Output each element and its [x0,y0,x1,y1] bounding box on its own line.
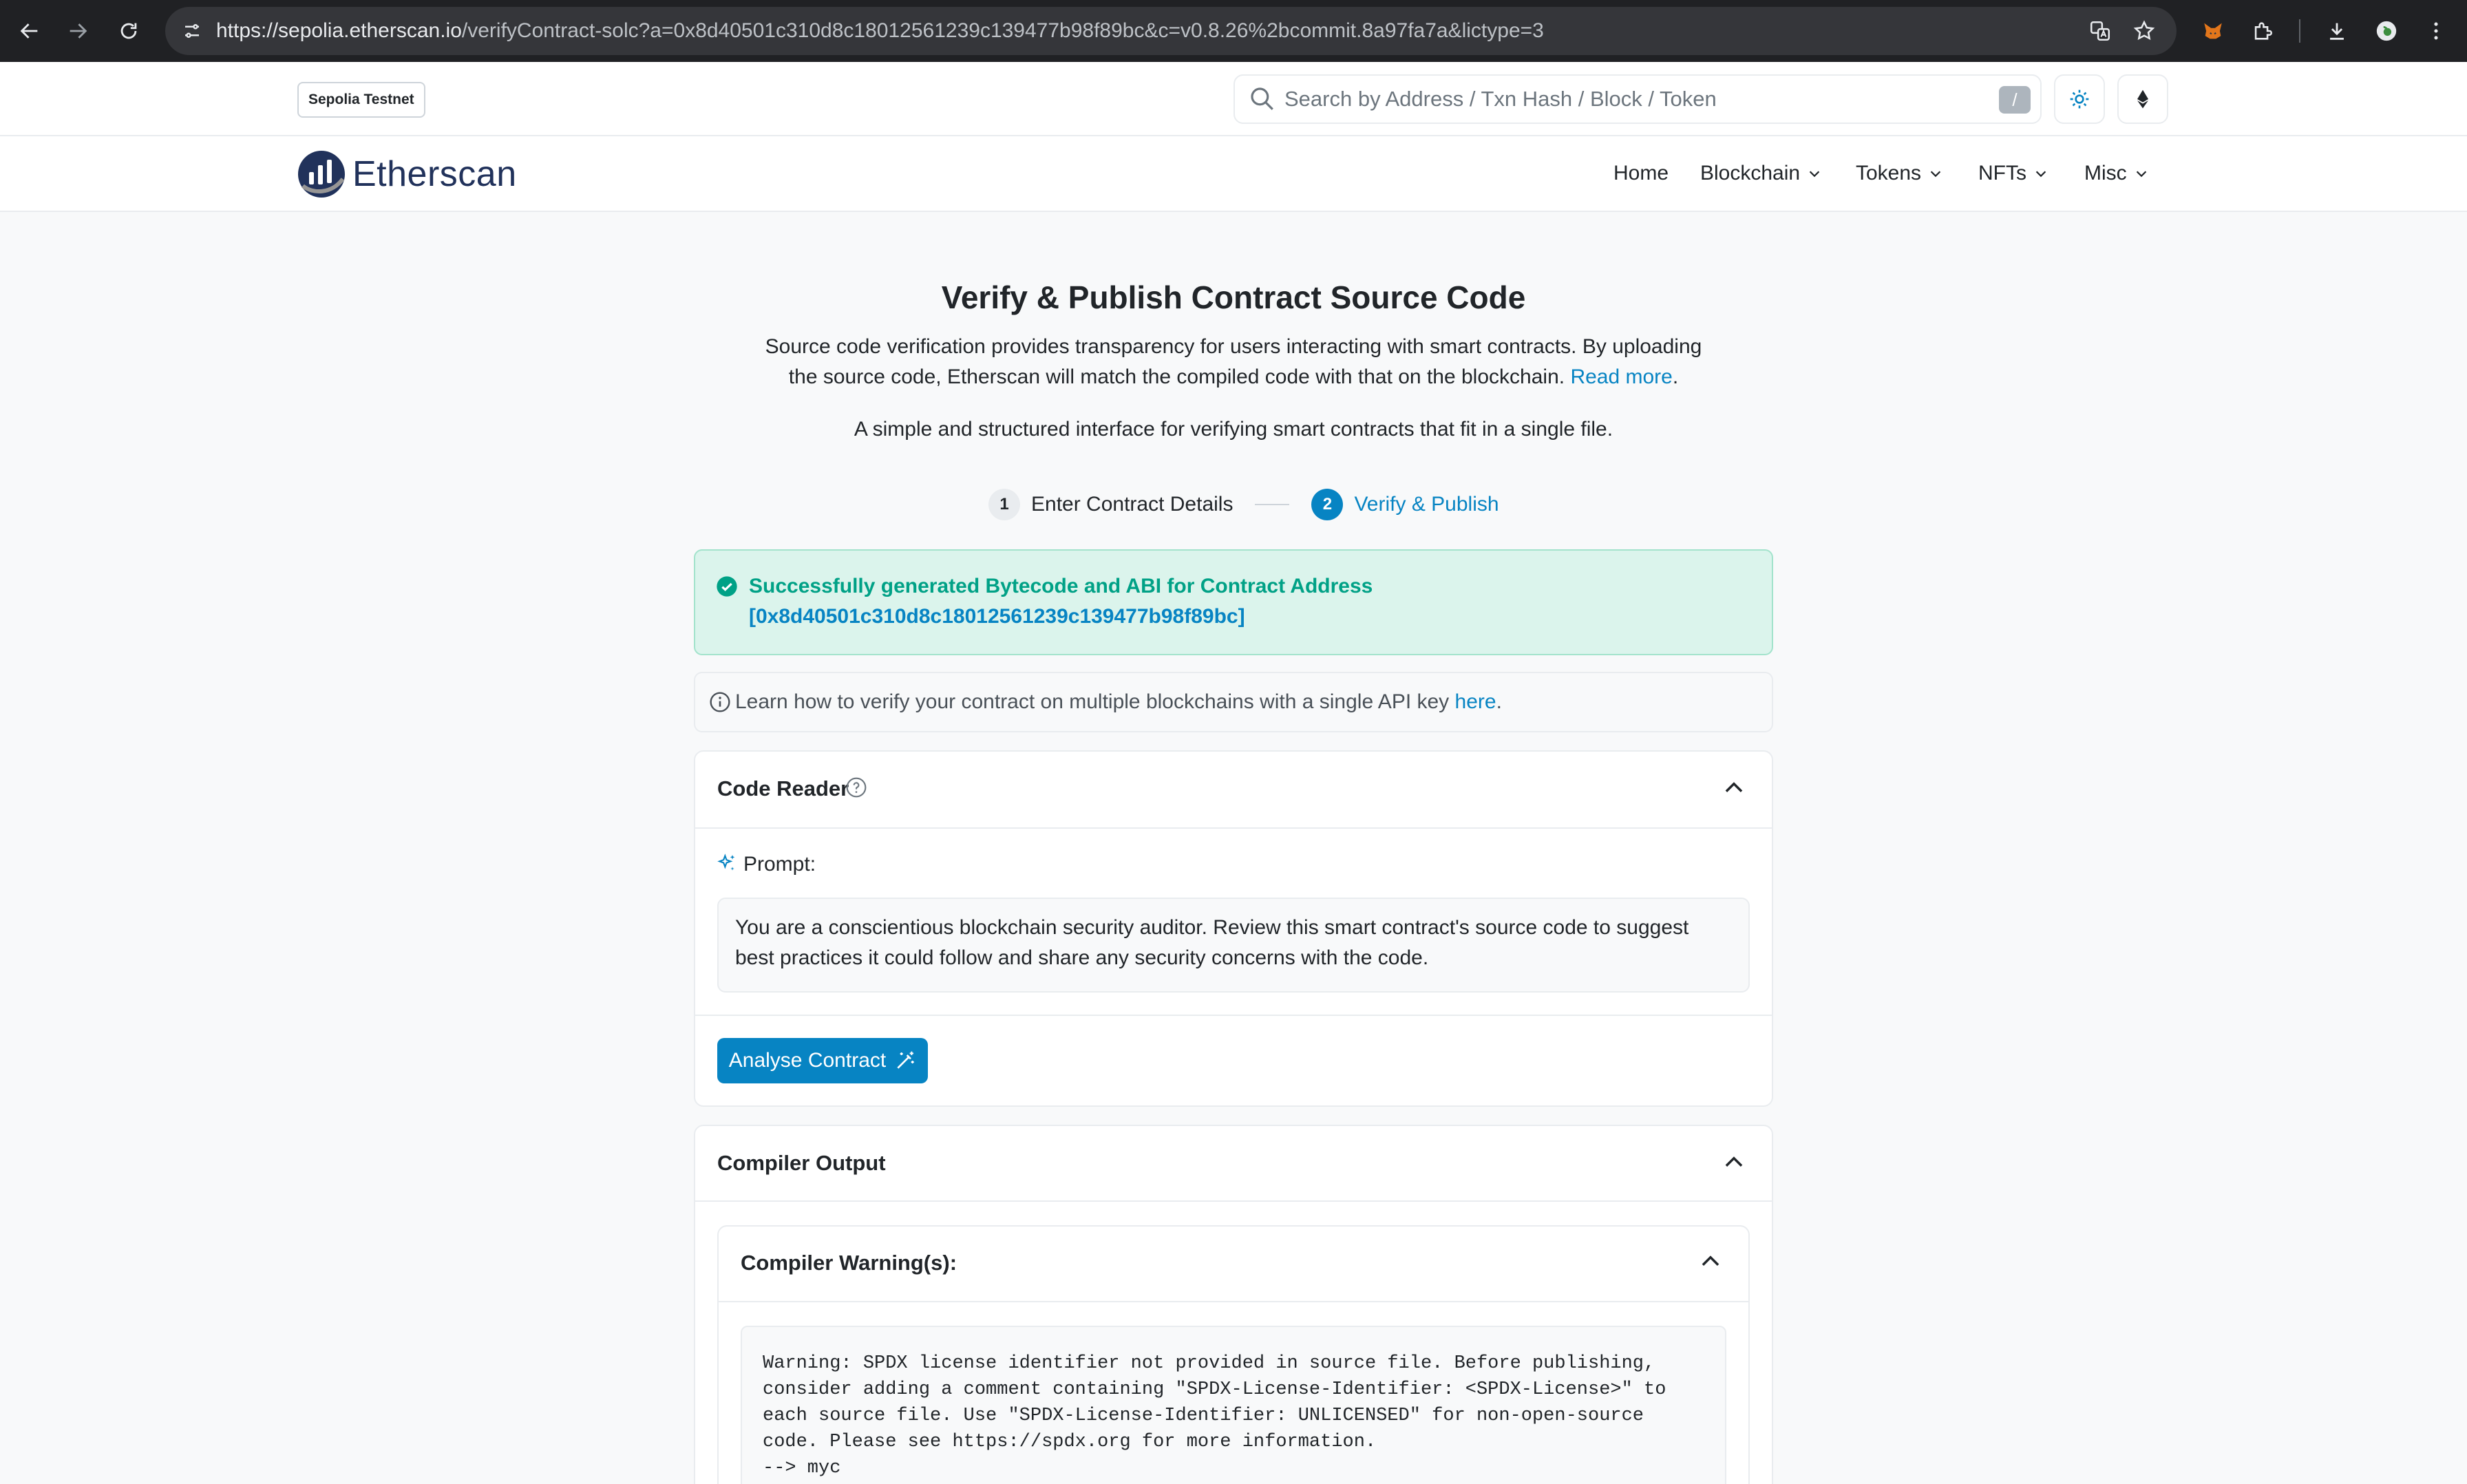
chevron-down-icon [1930,171,1941,178]
page-title: Verify & Publish Contract Source Code [941,279,1526,315]
forward-arrow-icon [70,23,87,39]
info-body: Learn how to verify your contract on mul… [735,690,1450,713]
avatar-icon [2376,21,2397,41]
contract-address-link[interactable]: [0x8d40501c310d8c18012561239c139477b98f8… [749,602,1245,632]
nav-misc-label: Misc [2084,162,2127,184]
site-info-button[interactable] [173,12,211,50]
intro-text: Source code verification provides transp… [765,335,1702,388]
intro-subtext: A simple and structured interface for ve… [854,418,1613,441]
sun-icon [2070,89,2089,109]
check-circle-icon [717,576,737,597]
chevron-down-icon [1809,171,1820,178]
chevron-down-icon [2035,171,2046,178]
api-key-link[interactable]: here [1455,690,1496,713]
metamask-extension-button[interactable] [2194,12,2232,50]
search-shortcut-key: / [1999,86,2031,114]
translate-icon [2090,21,2110,41]
star-icon [2133,20,2155,41]
search-icon [1251,87,1273,110]
toolbar-divider [2299,19,2300,43]
translate-button[interactable] [2082,12,2119,50]
nav-home[interactable]: Home [1613,157,1669,190]
ethereum-icon [2137,89,2148,109]
prompt-label: Prompt: [743,853,816,876]
reload-icon [120,23,137,39]
back-arrow-icon [20,23,38,39]
nav-blockchain-label: Blockchain [1700,162,1801,184]
info-text: Learn how to verify your contract on mul… [735,690,1502,713]
nav-tokens-label: Tokens [1856,162,1922,184]
metamask-fox-icon [2204,23,2222,39]
collapse-code-reader-icon[interactable] [1721,775,1747,801]
analyse-contract-button[interactable]: Analyse Contract [717,1038,928,1083]
warning-output-text: Warning: SPDX license identifier not pro… [741,1326,1726,1484]
compiler-warnings-title: Compiler Warning(s): [741,1251,957,1275]
intro-body: Source code verification provides transp… [765,335,1702,388]
nav-tokens[interactable]: Tokens [1856,157,1943,190]
card-divider [695,827,1772,829]
step-connector [1255,504,1290,505]
magic-wand-icon [897,1051,914,1069]
network-badge[interactable]: Sepolia Testnet [297,82,425,118]
chevron-down-icon [2136,171,2146,178]
url-path: /verifyContract-solc?a=0x8d40501c310d8c1… [461,19,1544,42]
compiler-output-title: Compiler Output [717,1151,886,1175]
download-icon [2330,23,2344,40]
etherscan-logo-icon[interactable] [297,150,346,198]
nav-misc[interactable]: Misc [2084,157,2149,190]
success-title: Successfully generated Bytecode and ABI … [749,575,1373,597]
card-divider [719,1301,1748,1302]
theme-toggle-button[interactable] [2054,74,2105,124]
collapse-warnings-icon[interactable] [1697,1249,1724,1275]
nav-nfts-label: NFTs [1978,162,2026,184]
url-text[interactable]: https://sepolia.etherscan.io/verifyContr… [216,15,1544,47]
card-divider [695,1015,1772,1016]
nav-nfts[interactable]: NFTs [1978,157,2048,190]
step-1-number: 1 [988,489,1020,520]
network-switch-button[interactable] [2117,74,2168,124]
forward-button[interactable] [59,12,96,50]
read-more-link[interactable]: Read more [1570,365,1672,388]
nav-blockchain[interactable]: Blockchain [1700,157,1822,190]
logo-text[interactable]: Etherscan [352,153,517,195]
url-host: https://sepolia.etherscan.io [216,19,462,42]
question-circle-icon[interactable] [845,776,867,798]
back-button[interactable] [11,12,48,50]
reload-button[interactable] [110,12,147,50]
search-input[interactable] [1284,80,1987,118]
code-reader-title: Code Reader [717,776,849,801]
kebab-menu-icon [2434,22,2438,40]
nav-home-label: Home [1613,162,1669,184]
info-circle-icon [710,692,730,712]
downloads-button[interactable] [2318,12,2355,50]
sparkle-icon [717,854,735,871]
collapse-compiler-output-icon[interactable] [1721,1149,1747,1176]
bookmark-button[interactable] [2126,12,2163,50]
step-2-number: 2 [1311,489,1344,520]
card-divider [695,1200,1772,1202]
extensions-button[interactable] [2244,12,2281,50]
browser-menu-button[interactable] [2417,12,2455,50]
step-2-label: Verify & Publish [1354,493,1499,516]
prompt-text: You are a conscientious blockchain secur… [717,898,1750,993]
tune-icon [185,24,199,38]
stepper: 1 Enter Contract Details 2 Verify & Publ… [988,487,1499,522]
analyse-contract-label: Analyse Contract [728,1049,887,1072]
step-1-label: Enter Contract Details [1031,493,1234,516]
puzzle-icon [2254,22,2272,40]
profile-button[interactable] [2368,12,2405,50]
